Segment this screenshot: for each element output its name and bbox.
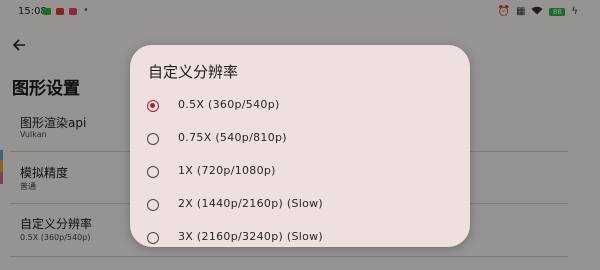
resolution-option-1x[interactable]: 1X (720p/1080p) bbox=[130, 159, 470, 189]
radio-unselected-icon[interactable] bbox=[147, 133, 159, 145]
resolution-dialog: 自定义分辨率 0.5X (360p/540p) 0.75X (540p/810p… bbox=[130, 45, 470, 247]
dialog-title: 自定义分辨率 bbox=[148, 63, 239, 81]
resolution-option-0-5x[interactable]: 0.5X (360p/540p) bbox=[130, 93, 470, 123]
radio-unselected-icon[interactable] bbox=[147, 166, 159, 178]
option-label: 1X (720p/1080p) bbox=[178, 164, 276, 177]
option-label: 3X (2160p/3240p) (Slow) bbox=[178, 230, 324, 243]
resolution-option-2x[interactable]: 2X (1440p/2160p) (Slow) bbox=[130, 192, 470, 222]
option-label: 0.5X (360p/540p) bbox=[178, 98, 280, 111]
radio-unselected-icon[interactable] bbox=[147, 199, 159, 211]
resolution-option-3x[interactable]: 3X (2160p/3240p) (Slow) bbox=[130, 225, 470, 247]
radio-selected-icon[interactable] bbox=[147, 100, 159, 112]
option-label: 0.75X (540p/810p) bbox=[178, 131, 287, 144]
resolution-option-0-75x[interactable]: 0.75X (540p/810p) bbox=[130, 126, 470, 156]
option-label: 2X (1440p/2160p) (Slow) bbox=[178, 197, 324, 210]
radio-unselected-icon[interactable] bbox=[147, 232, 159, 244]
